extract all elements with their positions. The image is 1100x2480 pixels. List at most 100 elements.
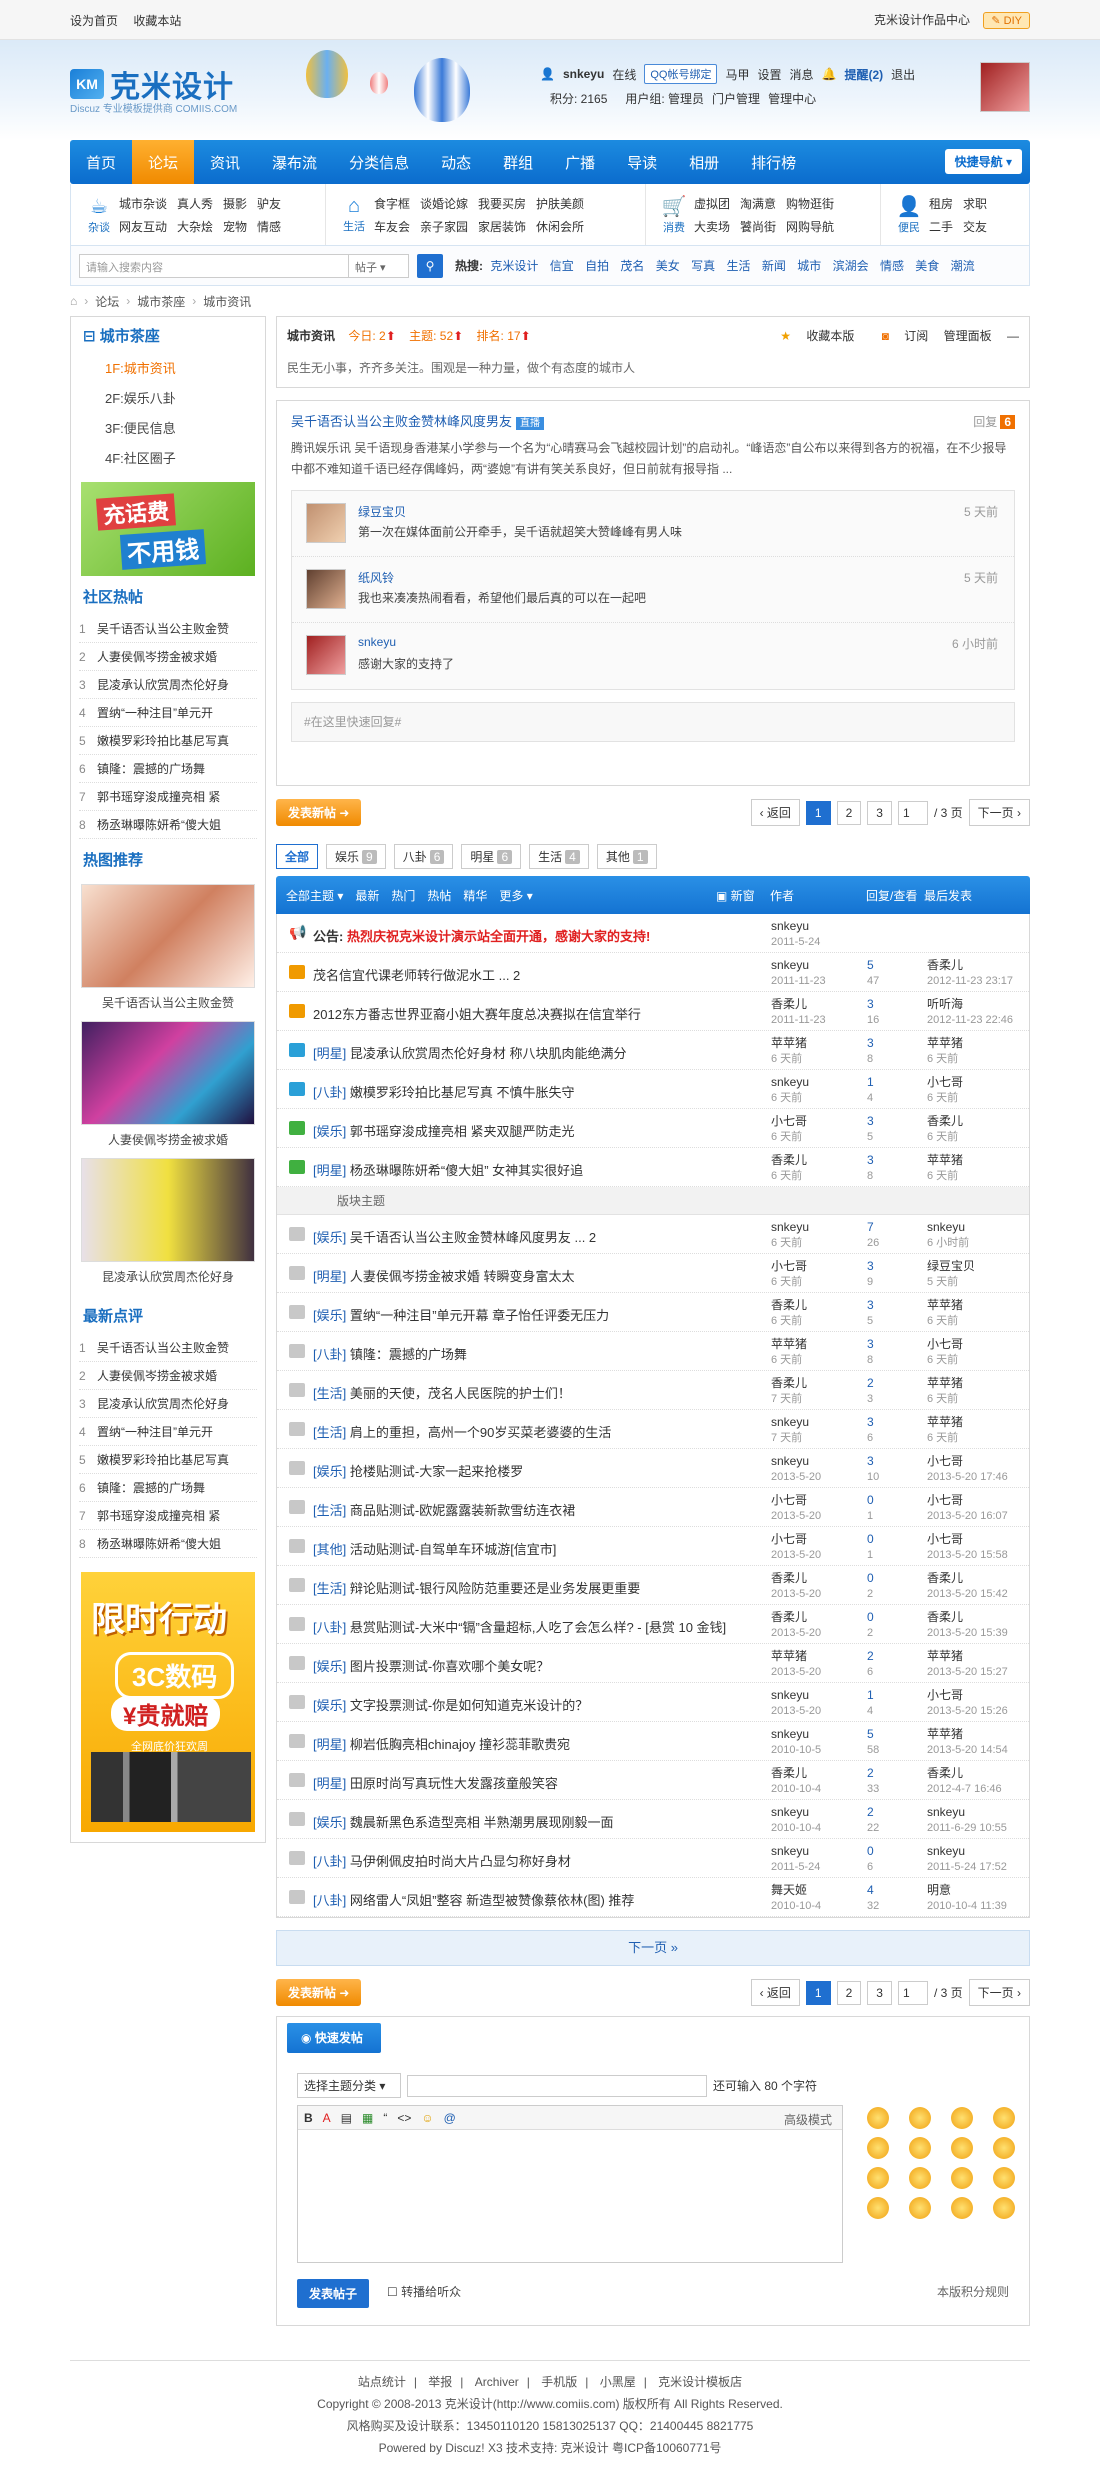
admin-panel-button[interactable]: 管理面板 [944,329,992,343]
thread-title[interactable]: 网络雷人“凤姐”整容 新造型被赞像蔡依林(图) 推荐 [350,1893,635,1908]
author-name[interactable]: 香柔儿 [771,1375,807,1391]
table-row[interactable]: [八卦] 悬赏贴测试-大米中“镉”含量超标,人吃了会怎么样? - [悬赏 10 … [277,1605,1029,1644]
author-name[interactable]: 香柔儿 [771,996,826,1012]
smiley-icon[interactable] [867,2197,889,2219]
portal-admin-link[interactable]: 门户管理 [712,90,760,107]
fav-button[interactable]: ★ 收藏本版 [768,329,854,343]
author-name[interactable]: snkeyu [771,1074,809,1090]
smiley-icon[interactable] [909,2137,931,2159]
list-item[interactable]: 3 昆凌承认欣赏周杰伦好身 [79,671,257,699]
tab-type[interactable]: 明星 6 [461,843,522,869]
author-name[interactable]: 小七哥 [771,1258,807,1274]
footer-link[interactable]: 小黑屋 [600,2375,636,2389]
avatar[interactable] [306,635,346,675]
footer-link[interactable]: Archiver [475,2375,519,2389]
last-poster[interactable]: 香柔儿 [927,1765,1002,1781]
thread-category[interactable]: [娱乐] [313,1308,346,1323]
last-poster[interactable]: 小七哥 [927,1074,963,1090]
last-poster[interactable]: 香柔儿 [927,957,1013,973]
smiley-icon[interactable] [993,2137,1015,2159]
thread-title[interactable]: 人妻侯佩岑捞金被求婚 转瞬变身富太太 [350,1269,575,1284]
subnav-link[interactable]: 家居装饰 [478,218,526,235]
author-name[interactable]: snkeyu [771,1843,820,1859]
last-poster[interactable]: 听听海 [927,996,1013,1012]
last-poster[interactable]: 香柔儿 [927,1570,1008,1586]
next-page-button[interactable]: 下一页 › [968,1979,1030,2006]
avatar[interactable] [306,569,346,609]
points-rules-link[interactable]: 本版积分规则 [937,2283,1009,2300]
thread-title[interactable]: 置纳“一种注目”单元开幕 章子怡任评委无压力 [350,1308,609,1323]
subnav-link[interactable]: 虚拟团 [694,195,730,212]
last-poster[interactable]: 苹苹猪 [927,1035,963,1051]
hot-search-link[interactable]: 潮流 [951,259,975,273]
table-row[interactable]: [八卦] 马伊俐佩皮拍时尚大片凸显匀称好身材 snkeyu 2011-5-24 0 6 s… [277,1839,1029,1878]
subnav-link[interactable]: 情感 [257,218,281,235]
thread-category[interactable]: [其他] [313,1542,346,1557]
back-button[interactable]: ‹ 返回 [750,799,800,826]
thread-category[interactable]: [娱乐] [313,1230,346,1245]
table-row[interactable]: [其他] 活动贴测试-自驾单车环城游[信宜市] 小七哥 2013-5-20 0 1 小七哥… [277,1527,1029,1566]
subnav-link[interactable]: 驴友 [257,195,281,212]
thread-category[interactable]: [生活] [313,1425,346,1440]
table-row[interactable]: [明星] 田原时尚写真玩性大发露孩童般笑容 香柔儿 2010-10-4 2 33 香柔儿 2… [277,1761,1029,1800]
hot-search-link[interactable]: 克米设计 [490,259,538,273]
nav-item-classified[interactable]: 分类信息 [333,140,425,184]
home-icon[interactable]: ⌂ [70,294,77,308]
hot-search-link[interactable]: 美女 [656,259,680,273]
list-item[interactable]: 5 嫩模罗彩玲拍比基尼写真 [79,1446,257,1474]
thread-category[interactable]: [明星] [313,1163,346,1178]
list-item[interactable]: 2 人妻侯佩岑捞金被求婚 [79,643,257,671]
smiley-icon[interactable] [867,2167,889,2189]
image-button[interactable]: ▤ [341,2111,352,2125]
pic-card[interactable]: 昆凌承认欣赏周杰伦好身 [81,1158,255,1285]
post-editor[interactable]: B A ▤ ▦ “ <> ☺ @ 高级模式 [297,2105,843,2263]
subnav-link[interactable]: 车友会 [374,218,410,235]
page-link[interactable]: 3 [867,800,892,825]
thread-title[interactable]: 辩论贴测试-银行风险防范重要还是业务发展更重要 [350,1581,640,1596]
thread-title[interactable]: 魏晨新黑色系造型亮相 半熟潮男展现刚毅一面 [350,1815,614,1830]
last-poster[interactable]: 香柔儿 [927,1609,1008,1625]
new-post-button[interactable]: 发表新帖 ➜ [276,1979,362,2006]
thread-title[interactable]: 昆凌承认欣赏周杰伦好身材 称八块肌肉能绝满分 [350,1046,627,1061]
last-poster[interactable]: 苹苹猪 [927,1375,963,1391]
thread-category[interactable]: [八卦] [313,1620,346,1635]
hot-search-link[interactable]: 情感 [880,259,904,273]
table-row[interactable]: 2012东方番志世界亚裔小姐大赛年度总决赛拟在信宜举行 香柔儿 2011-11-23… [277,992,1029,1031]
hot-search-link[interactable]: 茂名 [620,259,644,273]
thread-category[interactable]: [八卦] [313,1854,346,1869]
filter-all[interactable]: 全部主题 ▾ [286,887,343,904]
thread-category[interactable]: [娱乐] [313,1659,346,1674]
quick-nav-button[interactable]: 快捷导航 ▾ [944,149,1022,174]
thread-type-select[interactable]: 选择主题分类 ▾ [297,2073,401,2098]
last-poster[interactable]: 明意 [927,1882,1007,1898]
forum-item[interactable]: 1F:城市资讯 [87,354,265,384]
smiley-icon[interactable] [867,2107,889,2129]
thread-category[interactable]: [生活] [313,1503,346,1518]
username[interactable]: snkeyu [563,67,604,81]
smiley-icon[interactable] [909,2107,931,2129]
subnav-link[interactable]: 护肤美颜 [536,195,584,212]
table-row[interactable]: [八卦] 镇隆：震撼的广场舞 苹苹猪 6 天前 3 8 小七哥 6 天前 [277,1332,1029,1371]
nav-item-waterfall[interactable]: 瀑布流 [256,140,333,184]
subnav-link[interactable]: 大杂烩 [177,218,213,235]
smiley-icon[interactable] [951,2107,973,2129]
reminders-link[interactable]: 提醒(2) [844,66,883,83]
thread-category[interactable]: [八卦] [313,1893,346,1908]
nav-item-news[interactable]: 资讯 [194,140,256,184]
tab-type[interactable]: 娱乐 9 [326,843,386,869]
last-poster[interactable]: 苹苹猪 [927,1152,963,1168]
thread-title[interactable]: 美丽的天使，茂名人民医院的护士们！ [350,1386,571,1401]
filter-digest[interactable]: 精华 [463,887,487,904]
set-home-link[interactable]: 设为首页 [70,14,118,28]
filter-hotpost[interactable]: 热帖 [427,887,451,904]
sidebar-title[interactable]: ⊟ 城市茶座 [71,317,265,350]
thread-title[interactable]: 吴千语否认当公主败金赞林峰风度男友 ... 2 [350,1230,596,1245]
featured-thread-title[interactable]: 吴千语否认当公主败金赞林峰风度男友 [291,414,512,429]
last-poster[interactable]: 苹苹猪 [927,1297,963,1313]
table-row[interactable]: [明星] 柳岩低胸亮相chinajoy 撞衫蕊菲歌贵宛 snkeyu 2010-10… [277,1722,1029,1761]
list-item[interactable]: 8 杨丞琳曝陈妍希“傻大姐 [79,811,257,839]
qq-bind-button[interactable]: QQ帐号绑定 [644,64,718,84]
nav-item-home[interactable]: 首页 [70,140,132,184]
subnav-link[interactable]: 摄影 [223,195,247,212]
avatar[interactable] [306,503,346,543]
